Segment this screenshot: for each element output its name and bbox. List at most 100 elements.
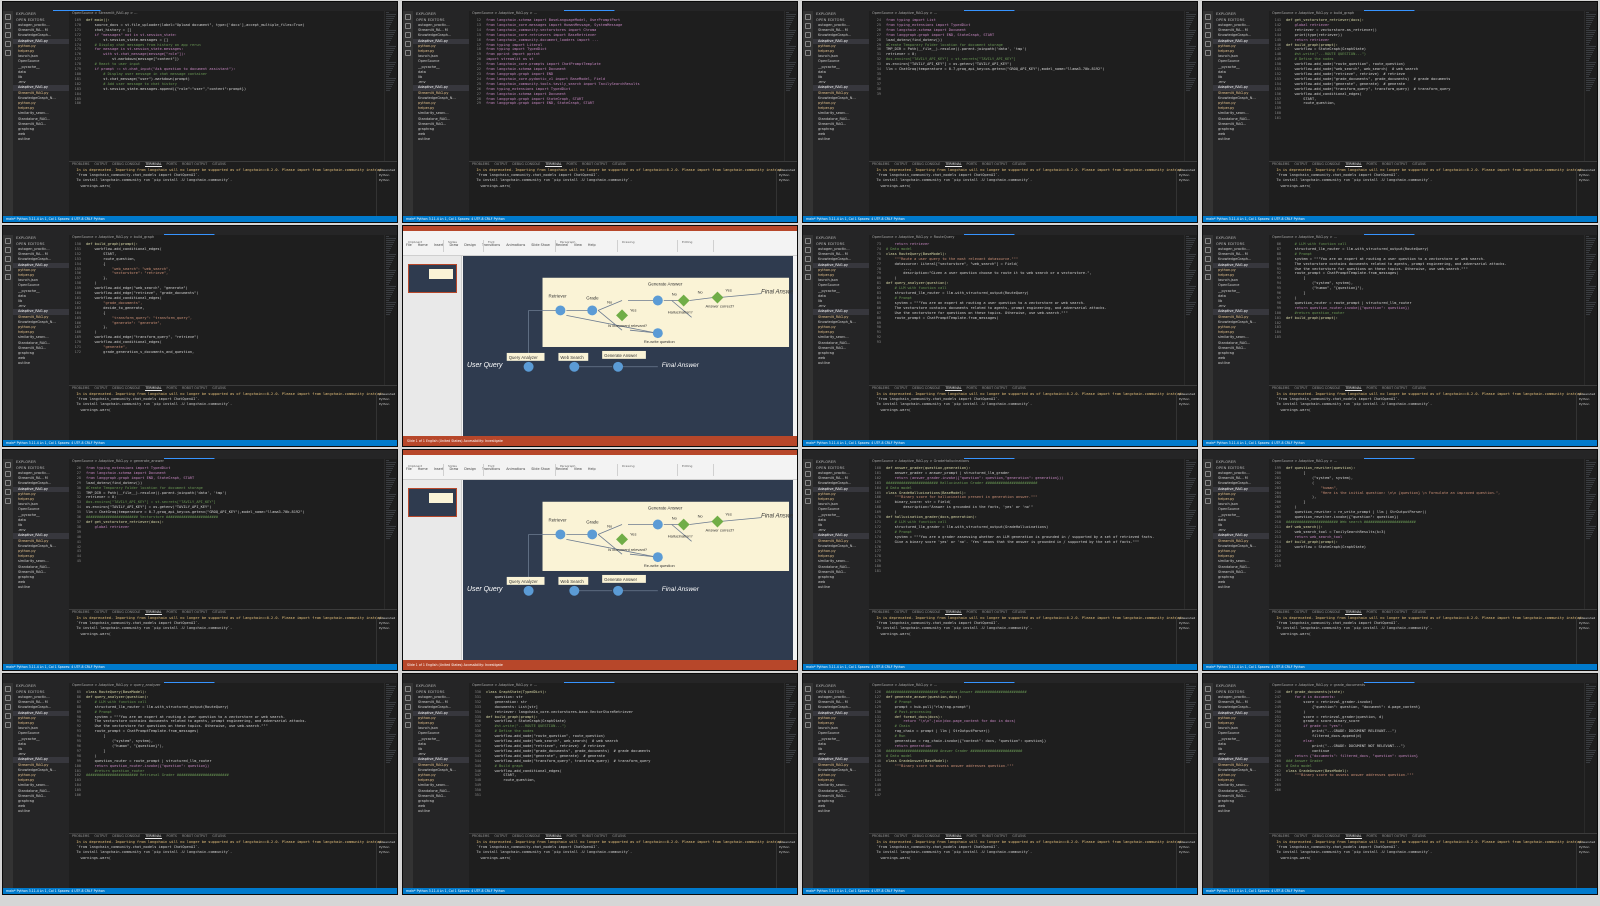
terminal-output[interactable]: In is deprecated. Importing from langcha… [869, 392, 1197, 413]
panel-tab[interactable]: DEBUG CONSOLE [912, 386, 940, 390]
code-lines[interactable]: from typing import List from typing_exten… [886, 18, 1185, 72]
search-icon[interactable] [5, 471, 11, 477]
terminal-output[interactable]: In is deprecated. Importing from langcha… [469, 168, 797, 189]
code-line[interactable]: route_question, [486, 778, 785, 783]
ribbon-group[interactable]: Slides [445, 464, 484, 476]
source-control-icon[interactable] [805, 32, 811, 38]
run-debug-icon[interactable] [5, 489, 11, 495]
explorer-item[interactable]: outline [1213, 137, 1269, 142]
panel-tab[interactable]: PORTS [967, 386, 977, 390]
terminal-instance[interactable]: Python [377, 850, 397, 855]
source-control-icon[interactable] [805, 480, 811, 486]
code-editor[interactable]: OpenSource > Adaptive_RAG.py > generate_… [69, 459, 385, 609]
explorer-icon[interactable] [5, 686, 11, 692]
panel-tab[interactable]: OUTPUT [1294, 386, 1307, 390]
panel-tab[interactable]: TERMINAL [545, 834, 562, 839]
terminal-instance[interactable]: Python [777, 178, 797, 183]
slide-canvas[interactable]: Retriever Grade Generate Answer Is document… [463, 256, 793, 436]
panel-tab[interactable]: PROBLEMS [1272, 162, 1289, 166]
panel-tab[interactable]: ROBOT OUTPUT [1382, 834, 1407, 838]
search-icon[interactable] [405, 695, 411, 701]
panel-tab[interactable]: ROBOT OUTPUT [582, 834, 607, 838]
run-debug-icon[interactable] [405, 41, 411, 47]
terminal-instance[interactable]: Python [1177, 626, 1197, 631]
panel-tab[interactable]: TERMINAL [945, 834, 962, 839]
panel-tab[interactable]: OUTPUT [94, 386, 107, 390]
run-debug-icon[interactable] [1205, 265, 1211, 271]
code-line[interactable]: Give a binary score 'yes' or 'no'. 'Yes'… [886, 540, 1185, 545]
panel-tab[interactable]: DEBUG CONSOLE [112, 162, 140, 166]
panel-tab[interactable]: PROBLEMS [1272, 610, 1289, 614]
panel-tab[interactable]: ROBOT OUTPUT [182, 834, 207, 838]
explorer-icon[interactable] [405, 686, 411, 692]
extensions-icon[interactable] [805, 498, 811, 504]
explorer-icon[interactable] [805, 462, 811, 468]
source-control-icon[interactable] [405, 704, 411, 710]
explorer-item[interactable]: outline [413, 809, 469, 814]
panel-tab[interactable]: DEBUG CONSOLE [912, 610, 940, 614]
panel-tab[interactable]: GITLENS [1012, 386, 1026, 390]
panel-tab[interactable]: PROBLEMS [72, 610, 89, 614]
explorer-item[interactable]: outline [413, 137, 469, 142]
search-icon[interactable] [405, 23, 411, 29]
panel-tab[interactable]: PROBLEMS [72, 162, 89, 166]
run-debug-icon[interactable] [5, 265, 11, 271]
panel-tab[interactable]: PORTS [967, 834, 977, 838]
ribbon-group[interactable]: Drawing [619, 464, 678, 476]
explorer-item[interactable]: outline [813, 585, 869, 590]
panel-tab[interactable]: DEBUG CONSOLE [912, 834, 940, 838]
terminal-instance[interactable]: Python [1177, 402, 1197, 407]
panel-tab[interactable]: OUTPUT [94, 834, 107, 838]
panel-tab[interactable]: PORTS [1367, 162, 1377, 166]
explorer-icon[interactable] [1205, 686, 1211, 692]
run-debug-icon[interactable] [1205, 41, 1211, 47]
code-editor[interactable]: OpenSource > Adaptive_RAG.py > ... 12 13 1… [469, 11, 785, 161]
extensions-icon[interactable] [805, 722, 811, 728]
extensions-icon[interactable] [5, 498, 11, 504]
panel-tab[interactable]: DEBUG CONSOLE [1312, 834, 1340, 838]
explorer-icon[interactable] [1205, 238, 1211, 244]
terminal-instance[interactable]: Python [377, 626, 397, 631]
explorer-icon[interactable] [805, 686, 811, 692]
panel-tab[interactable]: TERMINAL [1345, 162, 1362, 167]
extensions-icon[interactable] [5, 50, 11, 56]
source-control-icon[interactable] [5, 32, 11, 38]
code-editor[interactable]: OpenSource > Adaptive_RAG.py > grade_doc… [1269, 683, 1585, 833]
panel-tab[interactable]: PROBLEMS [72, 834, 89, 838]
panel-tab[interactable]: GITLENS [212, 610, 226, 614]
source-control-icon[interactable] [805, 256, 811, 262]
terminal-output[interactable]: In is deprecated. Importing from langcha… [869, 616, 1197, 637]
minimap[interactable] [384, 683, 397, 833]
terminal-output[interactable]: In is deprecated. Importing from langcha… [869, 168, 1197, 189]
panel-tab[interactable]: ROBOT OUTPUT [982, 834, 1007, 838]
ribbon-group[interactable]: Paragraph [557, 464, 618, 476]
terminal-instance[interactable]: Python [1577, 850, 1597, 855]
ribbon-group[interactable]: Editing [679, 240, 714, 252]
source-control-icon[interactable] [1205, 704, 1211, 710]
terminal-output[interactable]: In is deprecated. Importing from langcha… [69, 168, 397, 189]
slide-thumbnail[interactable] [408, 488, 457, 517]
explorer-icon[interactable] [5, 462, 11, 468]
panel-tab[interactable]: GITLENS [612, 834, 626, 838]
panel-tab[interactable]: OUTPUT [494, 834, 507, 838]
extensions-icon[interactable] [1205, 50, 1211, 56]
explorer-item[interactable]: outline [1213, 585, 1269, 590]
source-control-icon[interactable] [5, 704, 11, 710]
panel-tab[interactable]: TERMINAL [145, 386, 162, 391]
minimap[interactable] [1184, 459, 1197, 609]
minimap[interactable] [1184, 11, 1197, 161]
source-control-icon[interactable] [5, 480, 11, 486]
source-control-icon[interactable] [1205, 256, 1211, 262]
code-line[interactable]: route_question, [1286, 101, 1585, 106]
panel-tab[interactable]: TERMINAL [145, 834, 162, 839]
panel-tab[interactable]: PROBLEMS [872, 834, 889, 838]
code-editor[interactable]: OpenSource > Adaptive_RAG.py > ... 199 20… [1269, 459, 1585, 609]
terminal-instance[interactable]: Python [1577, 626, 1597, 631]
panel-tab[interactable]: DEBUG CONSOLE [512, 162, 540, 166]
panel-tab[interactable]: PROBLEMS [472, 834, 489, 838]
panel-tab[interactable]: PROBLEMS [472, 162, 489, 166]
panel-tab[interactable]: TERMINAL [145, 610, 162, 615]
minimap[interactable] [784, 683, 797, 833]
explorer-item[interactable]: outline [13, 809, 69, 814]
extensions-icon[interactable] [1205, 274, 1211, 280]
